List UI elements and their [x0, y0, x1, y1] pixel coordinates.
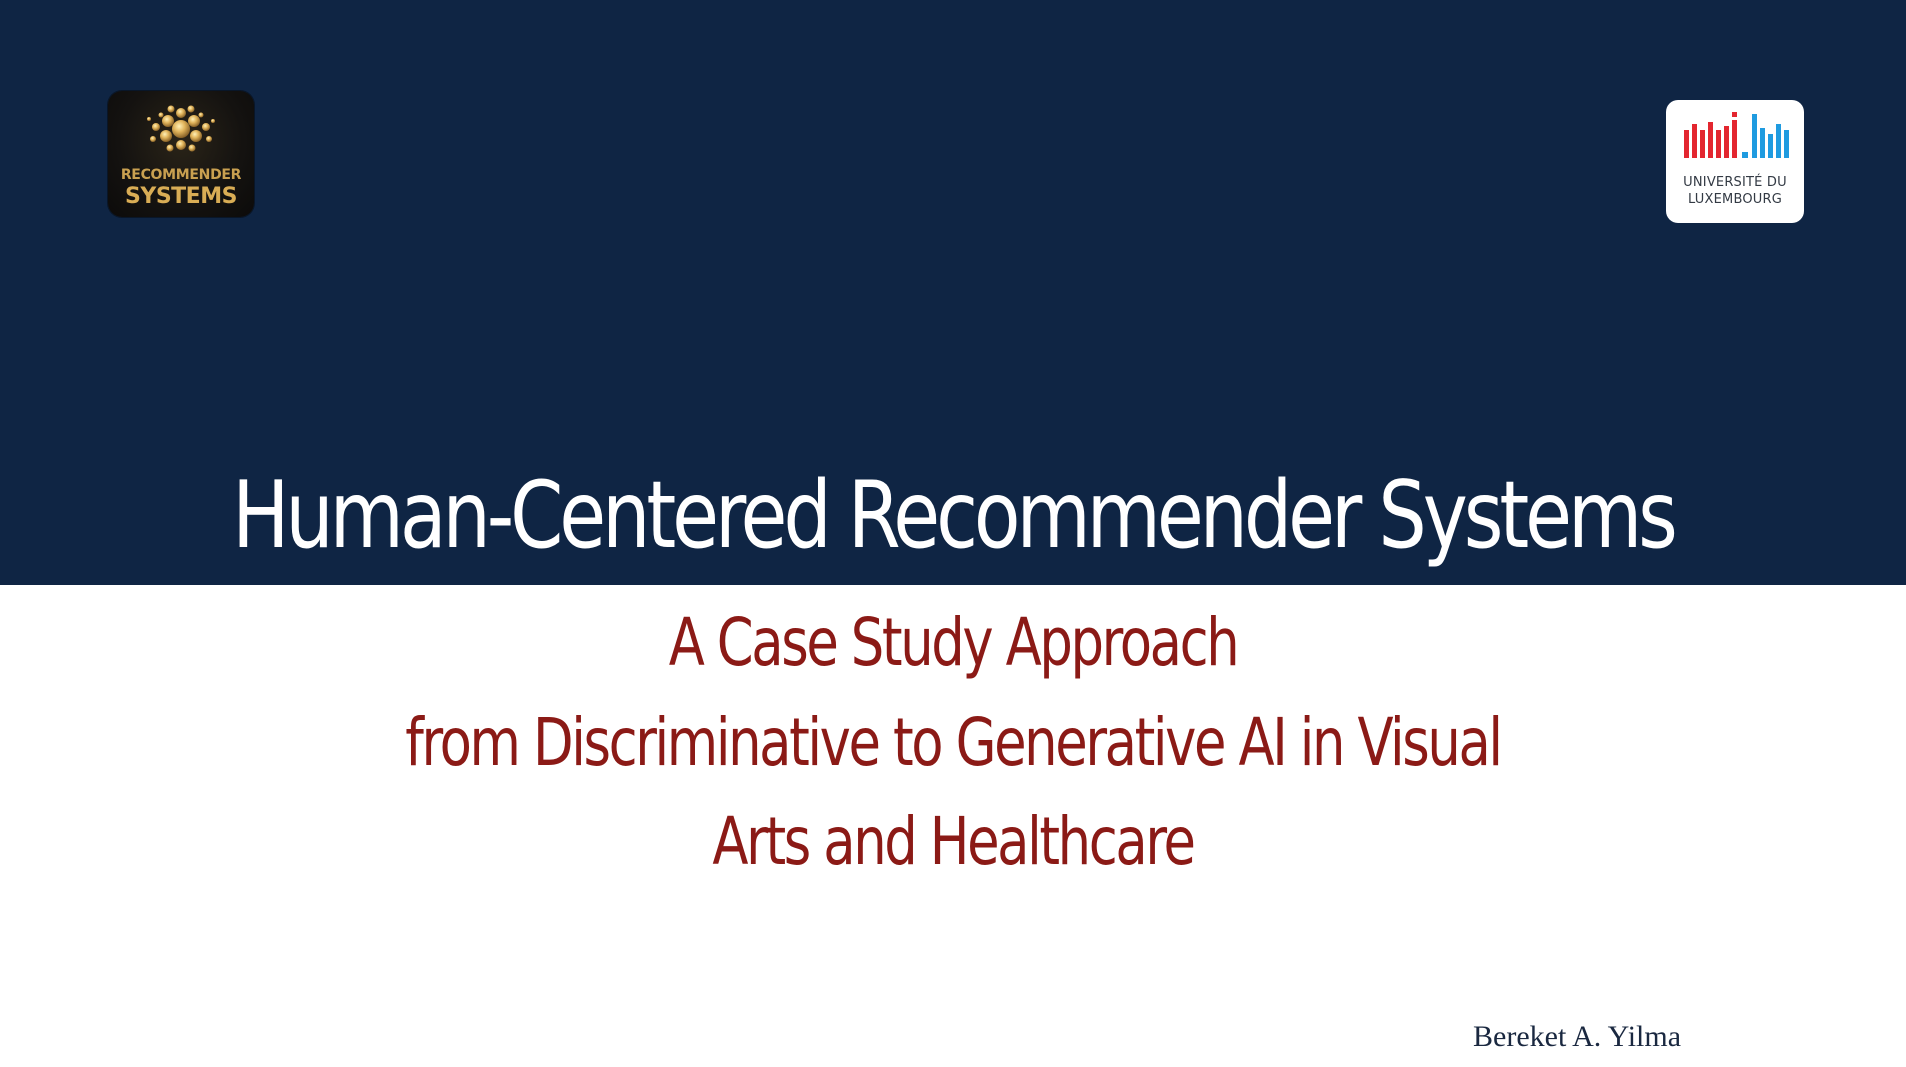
subtitle-line1: A Case Study Approach	[668, 604, 1240, 681]
logo-left-line2: SYSTEMS	[125, 184, 237, 209]
university-name: UNIVERSITÉ DU LUXEMBOURG	[1666, 174, 1804, 208]
university-name-line1: UNIVERSITÉ DU	[1683, 175, 1787, 190]
recommender-systems-logo: RECOMMENDER SYSTEMS	[108, 91, 254, 217]
subtitle-line3: Arts and Healthcare	[712, 803, 1196, 880]
subtitle-line2: from Discriminative to Generative AI in …	[405, 704, 1503, 781]
university-luxembourg-logo: UNIVERSITÉ DU LUXEMBOURG	[1666, 100, 1804, 223]
university-name-line2: LUXEMBOURG	[1688, 192, 1782, 207]
logo-left-line1: RECOMMENDER	[120, 167, 242, 183]
uni-lu-wordmark-icon	[1684, 112, 1789, 158]
author-name: Bereket A. Yilma	[1473, 1020, 1682, 1053]
title-slide: RECOMMENDER SYSTEMS UNIVERSITÉ DU LUXEMB…	[0, 0, 1906, 1067]
slide-title: Human-Centered Recommender Systems	[232, 461, 1678, 569]
golden-network-sphere-icon	[147, 105, 215, 152]
